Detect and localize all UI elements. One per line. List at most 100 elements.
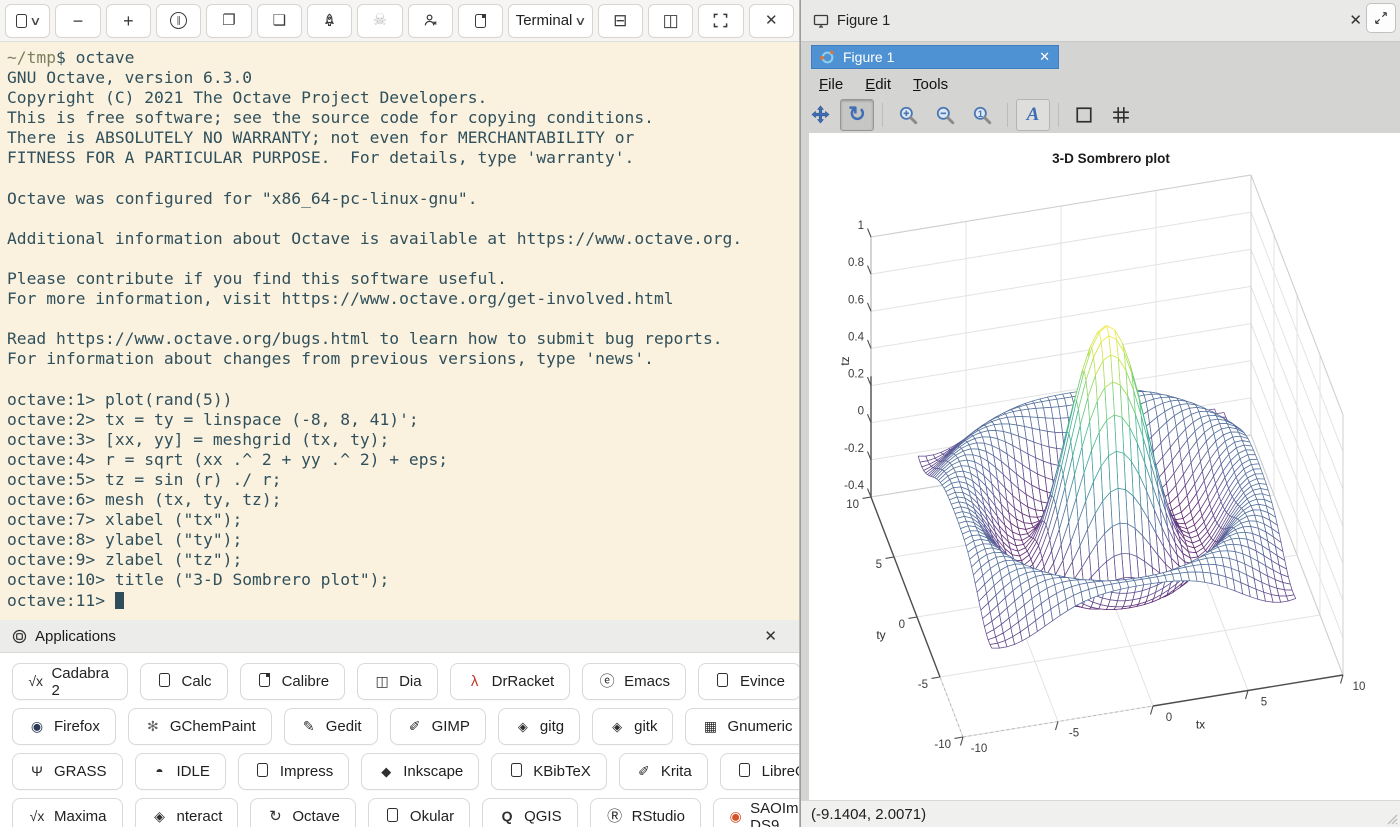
app-label: Firefox bbox=[54, 718, 100, 735]
app-evince[interactable]: Evince bbox=[698, 663, 800, 700]
app-krita[interactable]: ✐Krita bbox=[619, 753, 708, 790]
menu-edit[interactable]: Edit bbox=[855, 73, 901, 96]
app-idle[interactable]: ◓IDLE bbox=[135, 753, 226, 790]
brush-icon: ✐ bbox=[635, 764, 653, 779]
close-terminal-button[interactable]: ✕ bbox=[749, 4, 794, 38]
terminal-line bbox=[7, 209, 799, 229]
axes-icon bbox=[1075, 106, 1093, 124]
app-libreoffice[interactable]: LibreOffice bbox=[720, 753, 800, 790]
close-applications-button[interactable]: ✕ bbox=[764, 627, 787, 645]
split-vertical-icon: ◫ bbox=[663, 12, 679, 29]
app-gchempaint[interactable]: ✻GChemPaint bbox=[128, 708, 272, 745]
text-icon: A bbox=[1027, 105, 1040, 124]
interrupt-button[interactable]: ∥ bbox=[156, 4, 201, 38]
fullscreen-button[interactable] bbox=[698, 4, 743, 38]
app-calc[interactable]: Calc bbox=[140, 663, 228, 700]
close-figure-dock-button[interactable]: ✕ bbox=[1349, 11, 1362, 29]
app-gitg[interactable]: ◈gitg bbox=[498, 708, 580, 745]
new-tab-button[interactable]: ∨ bbox=[5, 4, 50, 38]
app-gedit[interactable]: ✎Gedit bbox=[284, 708, 378, 745]
rotate-tool[interactable]: ↻ bbox=[840, 99, 874, 131]
octave-ring-icon: ↻ bbox=[266, 809, 284, 824]
figure-dock-bar: Figure 1 ✕ bbox=[801, 0, 1400, 42]
zoom-out-tool[interactable] bbox=[928, 99, 962, 131]
app-label: Calibre bbox=[282, 673, 330, 690]
lambda-icon: λ bbox=[466, 674, 484, 689]
svg-text:tx: tx bbox=[1196, 717, 1205, 731]
toolbar-separator bbox=[1058, 103, 1059, 127]
app-label: nteract bbox=[177, 808, 223, 825]
close-figure-tab-button[interactable]: ✕ bbox=[1039, 49, 1050, 65]
terminal-output[interactable]: ~/tmp$ octaveGNU Octave, version 6.3.0Co… bbox=[0, 42, 799, 620]
axes-toggle[interactable] bbox=[1067, 99, 1101, 131]
app-label: Emacs bbox=[624, 673, 670, 690]
menu-tools[interactable]: Tools bbox=[903, 73, 958, 96]
figure-panel: Figure 1 ✕ Figure 1 ✕ FileEditTools ↻1A … bbox=[800, 0, 1400, 827]
app-impress[interactable]: Impress bbox=[238, 753, 349, 790]
sombrero-plot[interactable]: -10-50510-10-50510-0.4-0.200.20.40.60.81… bbox=[809, 133, 1400, 800]
app-inkscape[interactable]: ◆Inkscape bbox=[361, 753, 479, 790]
app-gitk[interactable]: ◈gitk bbox=[592, 708, 673, 745]
plus-button[interactable]: + bbox=[106, 4, 151, 38]
cursor-coordinates: (-9.1404, 2.0071) bbox=[811, 806, 926, 823]
monitor-icon bbox=[813, 13, 829, 29]
brush-icon: ✐ bbox=[406, 719, 424, 734]
grid-toggle[interactable] bbox=[1104, 99, 1138, 131]
hexagon-icon: ◈ bbox=[151, 809, 169, 824]
app-okular[interactable]: Okular bbox=[368, 798, 470, 827]
app-label: gitg bbox=[540, 718, 564, 735]
resize-grip[interactable] bbox=[1382, 809, 1398, 825]
shell-select-dropdown[interactable]: Terminal∨ bbox=[508, 4, 592, 38]
paste-button[interactable]: ❏ bbox=[257, 4, 302, 38]
app-gimp[interactable]: ✐GIMP bbox=[390, 708, 486, 745]
split-horizontal-icon: ⊟ bbox=[613, 12, 627, 29]
kill-button[interactable]: ☠ bbox=[357, 4, 402, 38]
split-vertical-button[interactable]: ◫ bbox=[648, 4, 693, 38]
qgis-icon: Q bbox=[498, 809, 516, 824]
zoom-in-tool[interactable] bbox=[891, 99, 925, 131]
dropdown-label: Terminal bbox=[516, 12, 573, 29]
figure-tab[interactable]: Figure 1 ✕ bbox=[811, 45, 1059, 69]
minus-button[interactable]: − bbox=[55, 4, 100, 38]
skull-icon: ☠ bbox=[373, 13, 387, 29]
chevron-down-icon: ∨ bbox=[31, 15, 40, 27]
app-label: GRASS bbox=[54, 763, 107, 780]
zoom-original-tool[interactable]: 1 bbox=[965, 99, 999, 131]
app-cadabra2[interactable]: √xCadabra 2 bbox=[12, 663, 128, 700]
app-kbibtex[interactable]: KBibTeX bbox=[491, 753, 607, 790]
app-gnumeric[interactable]: ▦Gnumeric bbox=[685, 708, 800, 745]
svg-text:5: 5 bbox=[1261, 697, 1267, 709]
app-maxima[interactable]: √xMaxima bbox=[12, 798, 123, 827]
copy-icon: ❐ bbox=[222, 13, 235, 28]
app-rstudio[interactable]: ⓇRStudio bbox=[590, 798, 701, 827]
pan-tool[interactable] bbox=[803, 99, 837, 131]
insert-text-tool[interactable]: A bbox=[1016, 99, 1050, 131]
svg-text:-10: -10 bbox=[971, 743, 988, 755]
notebook-button[interactable] bbox=[458, 4, 503, 38]
svg-text:3-D Sombrero plot: 3-D Sombrero plot bbox=[1052, 151, 1170, 166]
app-octave[interactable]: ↻Octave bbox=[250, 798, 356, 827]
app-qgis[interactable]: QQGIS bbox=[482, 798, 578, 827]
app-calibre[interactable]: Calibre bbox=[240, 663, 346, 700]
applications-icon bbox=[12, 629, 27, 644]
app-label: DrRacket bbox=[492, 673, 555, 690]
menu-file[interactable]: File bbox=[809, 73, 853, 96]
restore-figure-button[interactable] bbox=[1366, 3, 1396, 33]
app-drracket[interactable]: λ DrRacket bbox=[450, 663, 571, 700]
app-saoimage[interactable]: ◉SAOImage DS9 bbox=[713, 798, 800, 827]
applications-row: ◉Firefox ✻GChemPaint ✎Gedit ✐GIMP ◈gitg ◈gitk… bbox=[12, 708, 787, 745]
app-dia[interactable]: ◫Dia bbox=[357, 663, 438, 700]
app-emacs[interactable]: ⓔEmacs bbox=[582, 663, 686, 700]
paste-icon: ❏ bbox=[273, 13, 286, 28]
terminal-line: octave:2> tx = ty = linspace (-8, 8, 41)… bbox=[7, 410, 799, 430]
remove-user-button[interactable] bbox=[408, 4, 453, 38]
app-firefox[interactable]: ◉Firefox bbox=[12, 708, 116, 745]
split-horizontal-button[interactable]: ⊟ bbox=[598, 4, 643, 38]
copy-button[interactable]: ❐ bbox=[206, 4, 251, 38]
svg-text:5: 5 bbox=[876, 559, 882, 571]
terminal-line: octave:5> tz = sin (r) ./ r; bbox=[7, 470, 799, 490]
app-nteract[interactable]: ◈ nteract bbox=[135, 798, 239, 827]
svg-text:-5: -5 bbox=[918, 679, 928, 691]
launch-button[interactable] bbox=[307, 4, 352, 38]
app-grass[interactable]: ΨGRASS bbox=[12, 753, 123, 790]
